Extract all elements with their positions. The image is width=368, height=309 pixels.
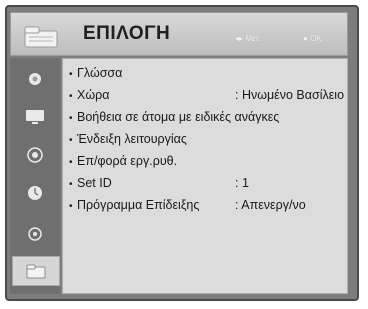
bullet-icon: •	[69, 91, 73, 102]
tv-screen-icon	[26, 110, 44, 124]
option-folder-icon	[24, 26, 58, 48]
speaker-icon	[27, 147, 43, 163]
ok-hint-label: OK	[310, 34, 322, 43]
menu-item-demo-mode[interactable]: • Πρόγραμμα Επίδειξης : Απενεργ/νο	[69, 194, 341, 216]
navigate-arrows-icon: ◂▸	[235, 34, 244, 43]
move-hint-label: Μετ.	[245, 34, 261, 43]
menu-item-factory-reset[interactable]: • Επ/φορά εργ.ρυθ.	[69, 150, 341, 172]
menu-header: ΕΠΙΛΟΓΗ ◂▸ Μετ. ● OK	[10, 12, 348, 56]
menu-item-mode-indicator[interactable]: • Ένδειξη λειτουργίας	[69, 128, 341, 150]
sidebar-item-time[interactable]	[16, 180, 54, 206]
option-folder-icon	[26, 264, 46, 279]
menu-item-label: Γλώσσα	[77, 66, 123, 80]
category-sidebar	[10, 58, 60, 294]
menu-item-label: Επ/φορά εργ.ρυθ.	[77, 154, 178, 168]
menu-item-label: Πρόγραμμα Επίδειξης	[77, 198, 200, 212]
menu-item-language[interactable]: • Γλώσσα	[69, 62, 341, 84]
sidebar-item-audio[interactable]	[16, 142, 54, 168]
menu-item-value: : Απενεργ/νο	[235, 198, 306, 212]
move-hint: ◂▸ Μετ.	[235, 34, 261, 43]
bullet-icon: •	[69, 157, 73, 168]
sidebar-item-lock[interactable]	[16, 220, 54, 246]
menu-item-value: : 1	[235, 176, 249, 190]
sidebar-item-picture[interactable]	[16, 66, 54, 92]
sidebar-item-screen[interactable]	[16, 104, 54, 130]
picture-icon	[29, 73, 41, 85]
menu-item-value: : Ηνωμένο Βασίλειο	[235, 88, 345, 102]
ok-hint: ● OK	[303, 34, 322, 43]
sidebar-item-option[interactable]	[12, 256, 60, 286]
bullet-icon: •	[69, 135, 73, 146]
bullet-icon: •	[69, 201, 73, 212]
options-panel: • Γλώσσα • Χώρα : Ηνωμένο Βασίλειο • Βοήθει…	[62, 58, 348, 294]
bullet-icon: •	[69, 69, 73, 80]
menu-item-label: Χώρα	[77, 88, 110, 102]
menu-item-label: Ένδειξη λειτουργίας	[77, 132, 187, 146]
menu-item-set-id[interactable]: • Set ID : 1	[69, 172, 341, 194]
bullet-icon: •	[69, 113, 73, 124]
menu-item-label: Βοήθεια σε άτομα με ειδικές ανάγκες	[77, 110, 280, 124]
menu-item-accessibility[interactable]: • Βοήθεια σε άτομα με ειδικές ανάγκες	[69, 106, 341, 128]
lock-icon	[28, 227, 42, 241]
bullet-icon: •	[69, 179, 73, 190]
menu-item-label: Set ID	[77, 176, 112, 190]
ok-circle-icon: ●	[303, 34, 308, 43]
menu-item-country[interactable]: • Χώρα : Ηνωμένο Βασίλειο	[69, 84, 345, 106]
clock-icon	[28, 186, 42, 200]
page-title: ΕΠΙΛΟΓΗ	[83, 23, 171, 44]
